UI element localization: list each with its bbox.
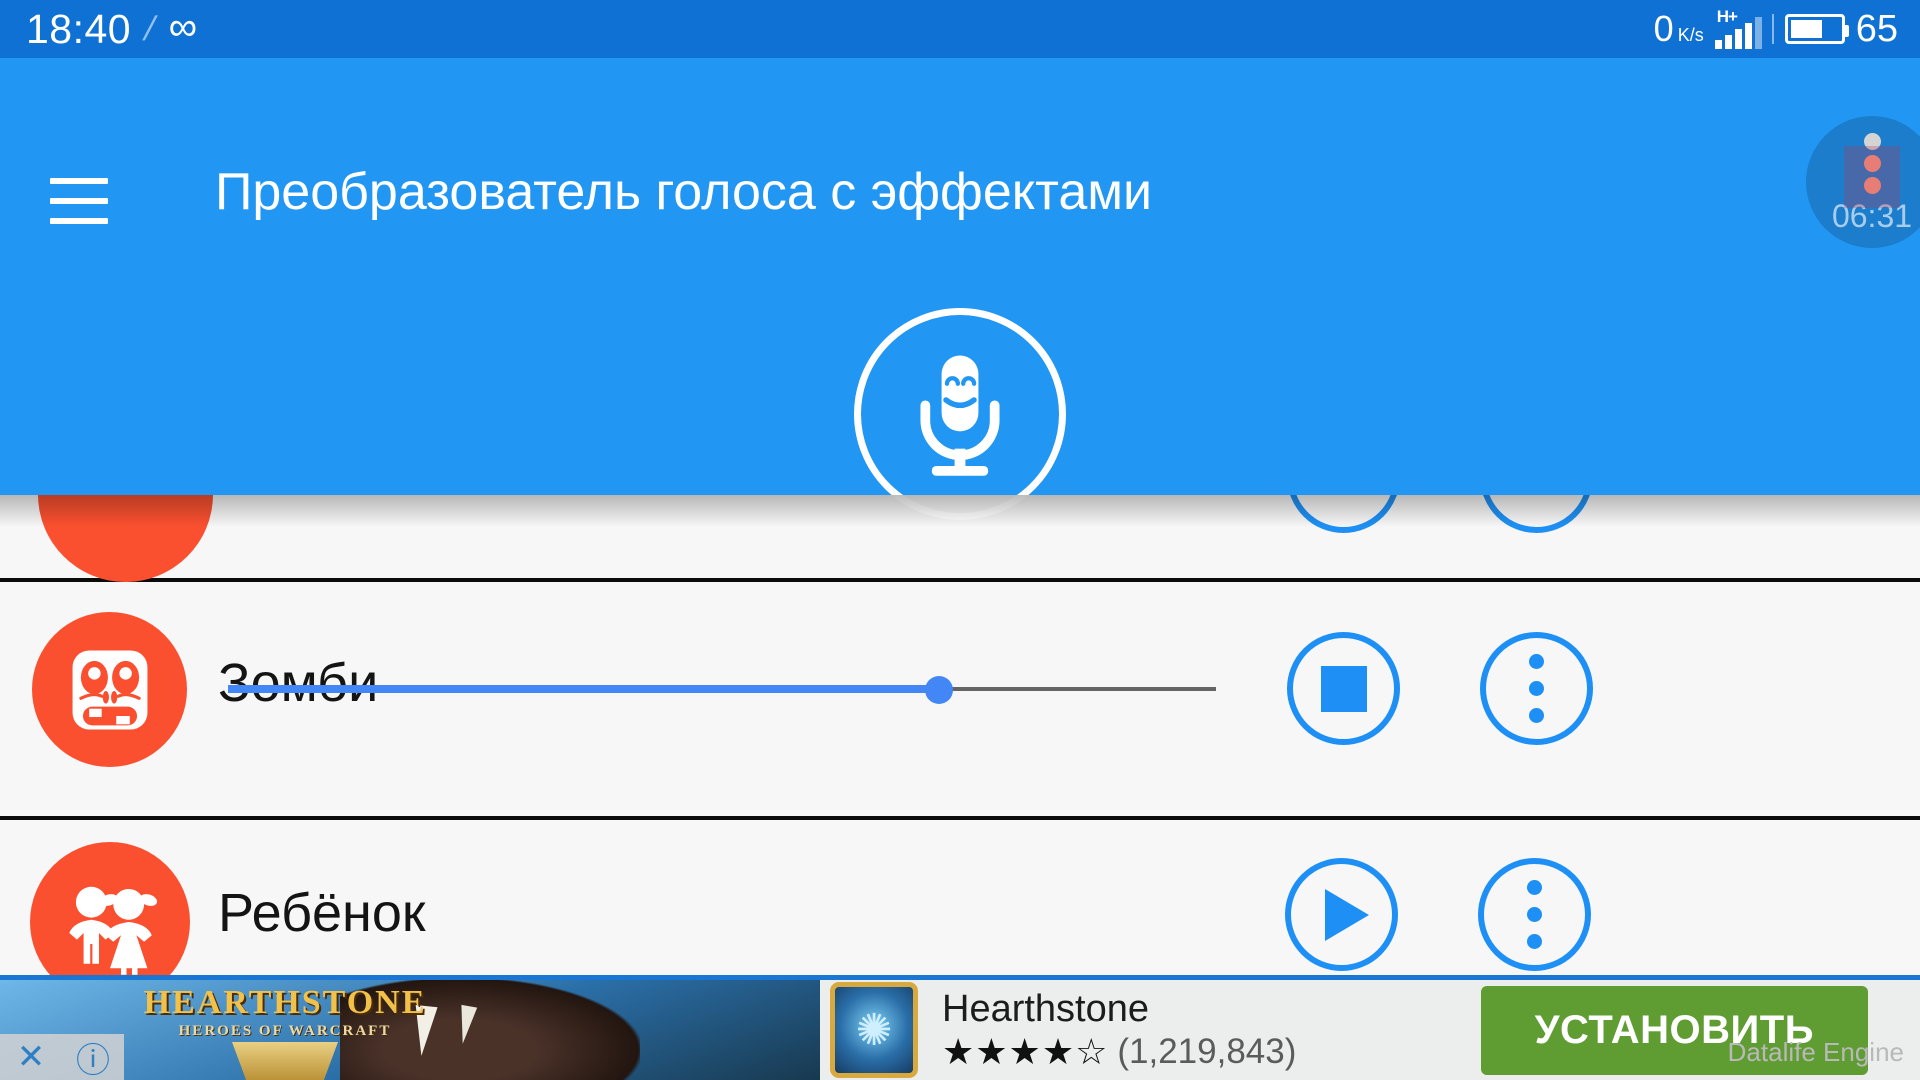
status-divider xyxy=(1771,14,1774,44)
smiling-microphone-icon xyxy=(920,355,1000,476)
app-header: Преобразователь голоса с эффектами xyxy=(0,58,1920,520)
ad-logo-crest xyxy=(232,1042,338,1080)
effects-list[interactable]: Зомби Ребёнок xyxy=(0,495,1920,975)
ad-stars: ★★★★☆ xyxy=(942,1030,1109,1072)
battery-icon xyxy=(1784,14,1849,44)
signal-icon: H+ xyxy=(1714,7,1762,49)
ad-banner[interactable]: HEARTHSTONE HEROES OF WARCRAFT ✕ ⓘ ✺ Hea… xyxy=(0,975,1920,1080)
ad-badges: ✕ ⓘ xyxy=(0,1034,124,1080)
stop-button[interactable] xyxy=(1287,632,1400,745)
status-bar: 18:40 / ∞ 0 K/s H+ 65 xyxy=(0,0,1920,58)
ad-artwork: HEARTHSTONE HEROES OF WARCRAFT ✕ ⓘ xyxy=(0,980,820,1080)
data-speed-indicator: 0 K/s xyxy=(1654,11,1704,47)
ad-close-icon[interactable]: ✕ xyxy=(0,1034,62,1080)
stop-icon xyxy=(1320,665,1367,712)
avatar xyxy=(38,495,213,582)
hearthstone-card-icon: ✺ xyxy=(830,982,918,1078)
data-speed-unit: K/s xyxy=(1677,25,1704,45)
status-bar-right: 0 K/s H+ 65 xyxy=(1654,7,1898,50)
hamburger-icon[interactable] xyxy=(50,178,108,224)
more-options-button[interactable] xyxy=(1478,858,1591,971)
record-microphone-button[interactable] xyxy=(854,308,1066,520)
play-icon xyxy=(1324,888,1369,941)
ad-review-count: (1,219,843) xyxy=(1117,1032,1297,1072)
two-children-icon xyxy=(30,842,190,975)
two-children-glyph xyxy=(69,886,158,975)
zombie-skull-icon xyxy=(32,612,187,767)
more-button-partial[interactable] xyxy=(1480,495,1593,533)
data-speed-value: 0 xyxy=(1653,8,1674,49)
more-vertical-icon xyxy=(1527,880,1542,949)
ad-logo: HEARTHSTONE HEROES OF WARCRAFT xyxy=(120,986,450,1080)
playback-slider[interactable] xyxy=(228,676,1216,704)
more-options-button[interactable] xyxy=(1480,632,1593,745)
ad-logo-line2: HEROES OF WARCRAFT xyxy=(178,1023,392,1039)
play-button[interactable] xyxy=(1285,858,1398,971)
status-clock: 18:40 xyxy=(26,5,132,52)
battery-percent: 65 xyxy=(1855,8,1898,50)
status-separator: / xyxy=(140,10,160,48)
list-item-child[interactable]: Ребёнок xyxy=(0,820,1920,975)
status-bar-left: 18:40 / ∞ xyxy=(26,5,198,52)
recorder-badge-bg xyxy=(1844,146,1900,208)
ad-app-icon: ✺ xyxy=(820,980,928,1080)
app-root: 18:40 / ∞ 0 K/s H+ 65 Преобразователь го… xyxy=(0,0,1920,1080)
action-button-partial[interactable] xyxy=(1287,495,1400,533)
slider-thumb[interactable] xyxy=(925,676,954,704)
infinity-icon: ∞ xyxy=(168,5,198,49)
ad-rating: ★★★★☆ (1,219,843) xyxy=(942,1030,1481,1072)
signal-bars xyxy=(1714,17,1762,49)
slider-fill xyxy=(228,685,940,693)
zombie-skull-glyph xyxy=(72,649,147,730)
watermark: Datalife Engine xyxy=(1727,1037,1904,1067)
ad-info-icon[interactable]: ⓘ xyxy=(62,1034,124,1080)
list-item-zombie[interactable]: Зомби xyxy=(0,582,1920,816)
list-item-label: Ребёнок xyxy=(218,883,426,943)
ad-app-name: Hearthstone xyxy=(942,988,1150,1031)
more-vertical-icon xyxy=(1529,654,1544,723)
ad-text-block: Hearthstone ★★★★☆ (1,219,843) xyxy=(928,980,1481,1080)
ad-logo-line1: HEARTHSTONE xyxy=(143,984,427,1021)
page-title: Преобразователь голоса с эффектами xyxy=(215,163,1153,221)
